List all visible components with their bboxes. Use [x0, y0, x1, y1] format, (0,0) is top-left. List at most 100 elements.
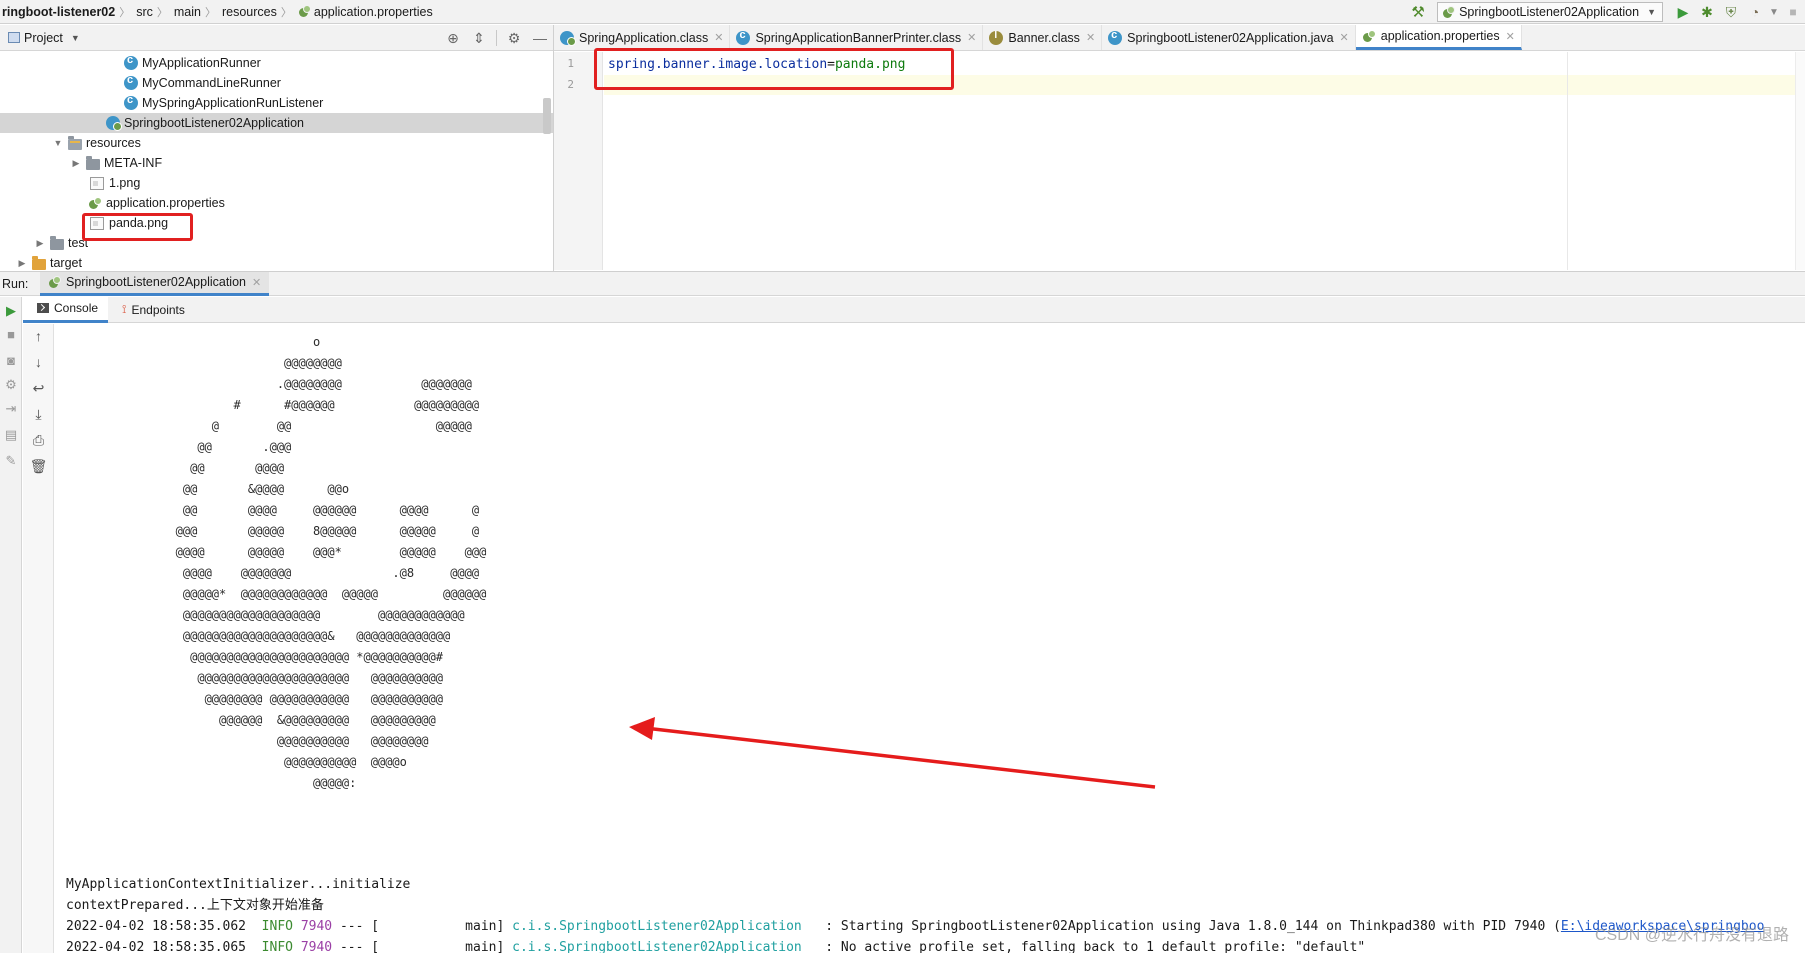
build-hammer-icon[interactable]: ⚒: [1407, 1, 1429, 23]
line-number: 2: [567, 78, 574, 91]
spring-boot-class-icon: [106, 116, 122, 131]
run-icon[interactable]: ▶: [1671, 1, 1695, 23]
console-toolbar: ↑ ↓ ↩ ⤓ ⎙ 🗑: [23, 324, 54, 953]
folder-icon: [50, 235, 64, 250]
tree-item-myspringapplicationrunlistener[interactable]: MySpringApplicationRunListener: [0, 93, 553, 113]
close-icon[interactable]: ✕: [1506, 30, 1515, 43]
debug-icon[interactable]: ✱: [1695, 1, 1719, 23]
tab-label: SpringApplicationBannerPrinter.class: [755, 30, 962, 45]
collapse-arrow-icon[interactable]: ▶: [70, 158, 82, 169]
tree-item-resources[interactable]: ▼ resources: [0, 133, 553, 153]
rerun-icon[interactable]: ▶: [0, 303, 22, 319]
log-text: contextPrepared...上下文对象开始准备: [66, 898, 324, 913]
project-panel-title[interactable]: Project: [24, 31, 63, 45]
class-icon: [124, 94, 138, 110]
tree-item-label: target: [50, 256, 82, 270]
coverage-icon[interactable]: ⛨: [1719, 1, 1743, 23]
tree-item-label: test: [68, 236, 89, 250]
tab-application-properties[interactable]: application.properties ✕: [1355, 25, 1522, 50]
arrow-down-icon[interactable]: ↓: [23, 354, 54, 370]
trash-icon[interactable]: 🗑: [23, 458, 54, 475]
run-configuration-select[interactable]: SpringbootListener02Application ▼: [1437, 2, 1663, 22]
banner-art-line: @@@@@* @@@@@@@@@@@@ @@@@@ @@@@@@: [154, 587, 487, 601]
project-scrollbar[interactable]: [543, 98, 551, 134]
collapse-all-icon[interactable]: ⇕: [466, 30, 492, 47]
banner-art-line: @@@@@@@@@@@@@@@@@@@@@ @@@@@@@@@@: [154, 671, 443, 685]
breadcrumb-main[interactable]: main: [174, 5, 201, 19]
close-icon[interactable]: ✕: [1086, 31, 1095, 44]
tab-endpoints[interactable]: ⟟ Endpoints: [108, 297, 195, 323]
close-icon[interactable]: ✕: [1340, 31, 1349, 44]
editor-scrollbar[interactable]: [1795, 52, 1805, 270]
run-tab-springbootlistener02application[interactable]: SpringbootListener02Application ✕: [40, 271, 270, 296]
code-editor[interactable]: spring.banner.image.location=panda.png: [604, 52, 1805, 270]
pin-icon[interactable]: ✎: [0, 453, 22, 469]
tab-springbootlistener02application-java[interactable]: SpringbootListener02Application.java ✕: [1102, 25, 1356, 50]
code-line-1[interactable]: spring.banner.image.location=panda.png: [608, 57, 905, 72]
collapse-arrow-icon[interactable]: ▶: [34, 238, 46, 249]
arrow-up-icon[interactable]: ↑: [23, 328, 54, 344]
banner-art-line: @@@@@@@@@@ @@@@o: [154, 755, 407, 769]
profile-icon[interactable]: ◔: [1743, 1, 1767, 23]
property-key: spring.banner.image.location: [608, 57, 828, 72]
stop-icon[interactable]: ■: [0, 327, 22, 342]
editor-tabs: SpringApplication.class ✕ SpringApplicat…: [554, 25, 1805, 51]
collapse-arrow-icon[interactable]: ▶: [16, 258, 28, 269]
tree-item-meta-inf[interactable]: ▶ META-INF: [0, 153, 553, 173]
breadcrumb-project[interactable]: ringboot-listener02: [2, 5, 115, 19]
folder-icon: [32, 255, 46, 270]
settings-icon[interactable]: ⚙: [0, 377, 22, 393]
gear-icon[interactable]: ⚙: [501, 30, 527, 47]
console-output[interactable]: o @@@@@@@@ .@@@@@@@@ @@@@@@@ # #@@@@@@ @…: [55, 324, 1805, 953]
stop-icon[interactable]: ■: [1781, 1, 1805, 23]
properties-file-icon: [88, 196, 102, 210]
image-file-icon: [90, 216, 104, 230]
tree-item-panda-png[interactable]: panda.png: [0, 213, 553, 233]
properties-file-icon: [1362, 29, 1376, 43]
banner-ascii-art: o @@@@@@@@ .@@@@@@@@ @@@@@@@ # #@@@@@@ @…: [154, 332, 487, 794]
exit-icon[interactable]: ⇥: [0, 401, 22, 417]
tree-item-label: MyApplicationRunner: [142, 56, 261, 70]
breadcrumb-resources[interactable]: resources: [222, 5, 277, 19]
scroll-to-end-icon[interactable]: ⤓: [23, 406, 54, 423]
expand-arrow-icon[interactable]: ▼: [52, 138, 64, 148]
close-icon[interactable]: ✕: [967, 31, 976, 44]
tab-console[interactable]: Console: [23, 296, 109, 323]
tree-item-myapplicationrunner[interactable]: MyApplicationRunner: [0, 53, 553, 73]
tab-label: SpringbootListener02Application.java: [1127, 30, 1334, 45]
minimize-icon[interactable]: —: [527, 30, 553, 46]
tab-springapplication-class[interactable]: SpringApplication.class ✕: [554, 25, 731, 50]
tree-item-mycommandlinerunner[interactable]: MyCommandLineRunner: [0, 73, 553, 93]
chevron-down-icon[interactable]: ▼: [1767, 1, 1781, 23]
chevron-down-icon: ▼: [1647, 7, 1656, 17]
tree-item-test[interactable]: ▶ test: [0, 233, 553, 253]
breadcrumb-separator-icon: 〉: [280, 6, 292, 19]
line-number: 1: [567, 57, 574, 70]
tree-item-target[interactable]: ▶ target: [0, 253, 553, 270]
print-icon[interactable]: ⎙: [23, 432, 54, 449]
layout-icon[interactable]: ▤: [0, 427, 22, 443]
tab-springapplicationbannerprinter-class[interactable]: SpringApplicationBannerPrinter.class ✕: [730, 25, 984, 50]
run-label: Run:: [2, 276, 29, 291]
resources-folder-icon: [68, 135, 82, 150]
class-file-icon: [736, 29, 751, 45]
close-icon[interactable]: ✕: [252, 276, 261, 289]
breadcrumb-file[interactable]: application.properties: [298, 5, 433, 19]
tab-banner-class[interactable]: Banner.class ✕: [983, 25, 1103, 50]
breadcrumb-src[interactable]: src: [136, 5, 153, 19]
log-pid: 7940: [300, 940, 333, 953]
chevron-down-icon[interactable]: ▼: [71, 33, 80, 43]
breadcrumb-separator-icon: 〉: [204, 6, 216, 19]
soft-wrap-icon[interactable]: ↩: [23, 380, 54, 397]
tree-item-1-png[interactable]: 1.png: [0, 173, 553, 193]
banner-art-line: o: [154, 335, 321, 349]
tree-item-springbootlistener02application[interactable]: SpringbootListener02Application: [0, 113, 553, 133]
locate-icon[interactable]: ⊕: [440, 30, 466, 47]
camera-icon[interactable]: ◙: [0, 353, 22, 368]
tab-label: application.properties: [1380, 29, 1500, 43]
close-icon[interactable]: ✕: [714, 31, 723, 44]
log-message: : No active profile set, falling back to…: [801, 940, 1366, 953]
tree-item-application-properties[interactable]: application.properties: [0, 193, 553, 213]
folder-icon: [86, 155, 100, 170]
log-level: INFO: [261, 940, 293, 953]
